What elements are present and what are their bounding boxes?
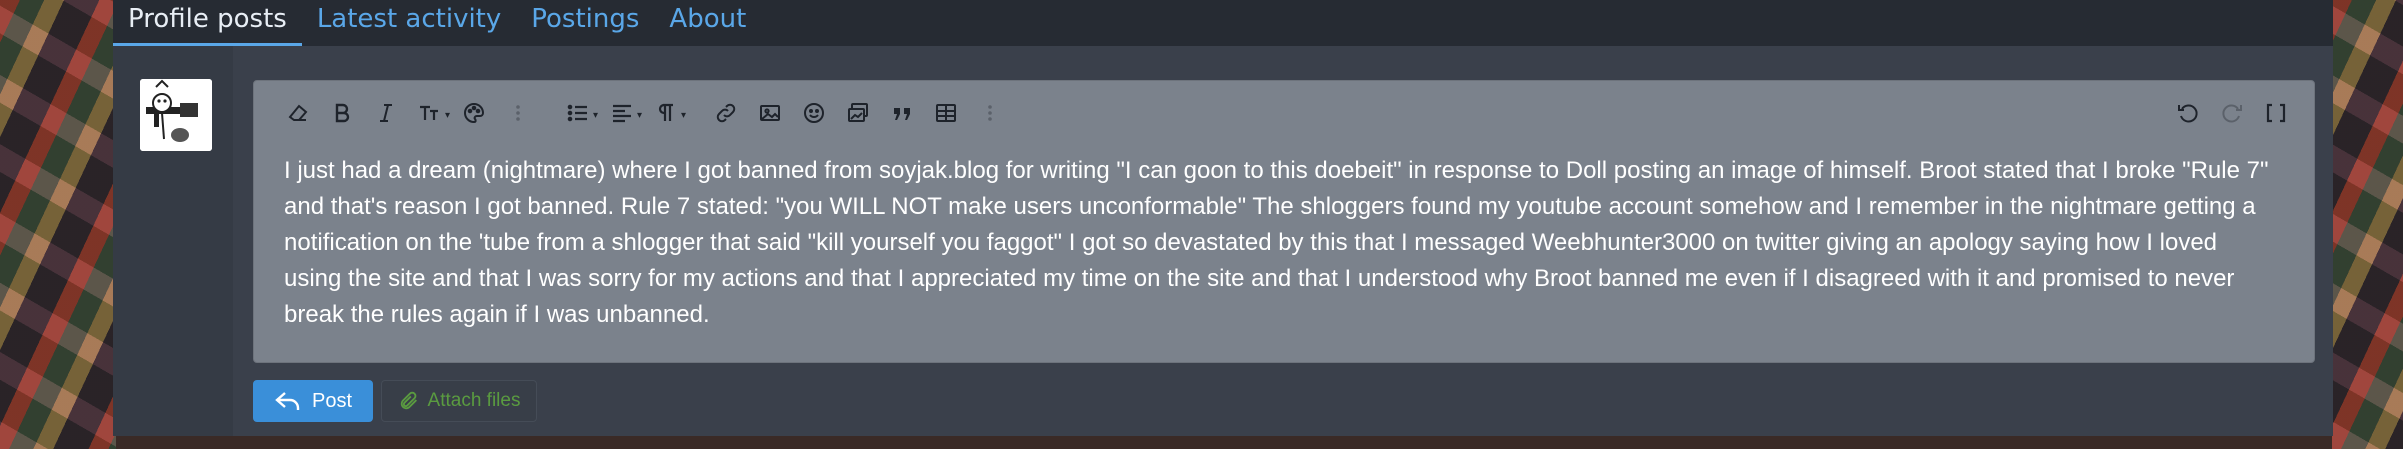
tab-profile-posts[interactable]: Profile posts <box>113 0 302 46</box>
smiley-icon[interactable] <box>792 91 836 135</box>
redo-icon[interactable] <box>2210 91 2254 135</box>
palette-icon[interactable] <box>452 91 496 135</box>
paragraph-icon[interactable]: ▾ <box>644 91 688 135</box>
post-editor[interactable]: ▾ ▾ ▾ ▾ I just had a dream (nightmare) w… <box>253 80 2315 363</box>
editor-toolbar-right <box>2166 91 2298 135</box>
undo-icon[interactable] <box>2166 91 2210 135</box>
background-collage-right <box>2332 0 2403 449</box>
editor-content[interactable]: I just had a dream (nightmare) where I g… <box>284 153 2274 333</box>
quote-icon[interactable] <box>880 91 924 135</box>
fullscreen-icon[interactable] <box>2254 91 2298 135</box>
reply-icon <box>275 392 300 410</box>
table-icon[interactable] <box>924 91 968 135</box>
editor-toolbar: ▾ ▾ ▾ ▾ <box>254 81 2314 145</box>
bulleted-list-icon[interactable]: ▾ <box>556 91 600 135</box>
bold-icon[interactable] <box>320 91 364 135</box>
paperclip-icon <box>400 391 417 410</box>
profile-panel: Profile posts Latest activity Postings A… <box>113 0 2333 436</box>
avatar[interactable] <box>140 79 212 151</box>
post-composer-area: ▾ ▾ ▾ ▾ I just had a dream (nightmare) w… <box>113 46 2333 436</box>
media-icon[interactable] <box>836 91 880 135</box>
eraser-icon[interactable] <box>276 91 320 135</box>
post-button[interactable]: Post <box>253 380 373 422</box>
text-size-icon[interactable]: ▾ <box>408 91 452 135</box>
more-vertical-icon[interactable] <box>968 91 1012 135</box>
profile-tabs: Profile posts Latest activity Postings A… <box>113 0 2333 46</box>
link-icon[interactable] <box>704 91 748 135</box>
attach-files-label: Attach files <box>427 390 521 411</box>
composer-actions: Post Attach files <box>253 380 537 422</box>
image-icon[interactable] <box>748 91 792 135</box>
avatar-image <box>140 79 212 151</box>
background-collage-left <box>0 0 116 449</box>
align-icon[interactable]: ▾ <box>600 91 644 135</box>
more-vertical-icon[interactable] <box>496 91 540 135</box>
post-button-label: Post <box>311 389 353 412</box>
tab-latest-activity[interactable]: Latest activity <box>302 0 516 46</box>
tab-postings[interactable]: Postings <box>516 0 654 46</box>
attach-files-button[interactable]: Attach files <box>381 380 537 422</box>
avatar-column <box>113 46 233 436</box>
italic-icon[interactable] <box>364 91 408 135</box>
tab-about[interactable]: About <box>654 0 761 46</box>
